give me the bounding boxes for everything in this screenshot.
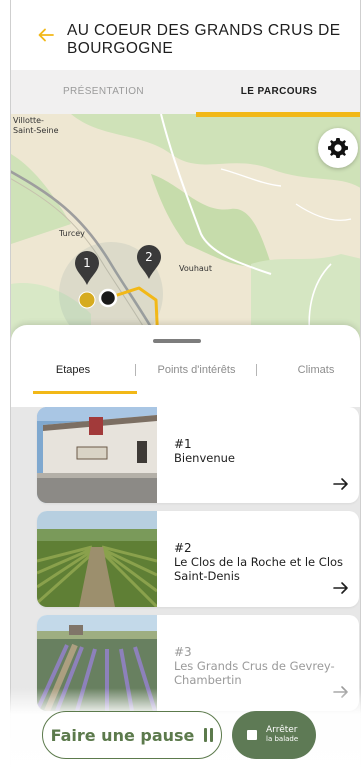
- map-label-turcey: Turcey: [59, 229, 85, 238]
- tab-presentation[interactable]: PRÉSENTATION: [11, 70, 196, 114]
- subtab-divider: [256, 364, 257, 376]
- step-number: #3: [174, 645, 192, 659]
- step-number: #2: [174, 541, 192, 555]
- page-title: AU COEUR DES GRANDS CRUS DE BOURGOGNE: [67, 22, 341, 57]
- map-pin-icon[interactable]: 2: [136, 244, 162, 280]
- step-card[interactable]: #2 Le Clos de la Roche et le Clos Saint-…: [37, 511, 359, 607]
- step-number: #1: [174, 437, 192, 451]
- step-2-thumbnail: [37, 511, 157, 607]
- back-arrow-icon[interactable]: [37, 26, 55, 44]
- subtab-divider: [135, 364, 136, 376]
- app-frame: AU COEUR DES GRANDS CRUS DE BOURGOGNE PR…: [10, 0, 361, 775]
- pause-button[interactable]: Faire une pause: [42, 711, 222, 759]
- subtab-points-interets[interactable]: Points d'intérêts: [144, 357, 249, 397]
- step-1-thumbnail: [37, 407, 157, 503]
- arrow-right-icon: [333, 478, 348, 490]
- map-pin-icon[interactable]: 1: [74, 250, 100, 286]
- stop-label-line2: la balade: [266, 735, 299, 743]
- step-card[interactable]: #1 Bienvenue: [37, 407, 359, 503]
- map-label-villotte: Villotte-Saint-Seine: [13, 116, 59, 135]
- map-marker-1-label: 1: [83, 256, 91, 270]
- route-map[interactable]: Villotte-Saint-Seine Turcey Vouhaut 1 2: [11, 114, 360, 344]
- stop-label: Arrêter la balade: [266, 726, 298, 744]
- step-name: Le Clos de la Roche et le Clos Saint-Den…: [174, 555, 344, 583]
- sheet-drag-handle[interactable]: [153, 339, 201, 343]
- pause-icon: [204, 728, 214, 742]
- top-tabs: PRÉSENTATION LE PARCOURS: [11, 70, 360, 115]
- sheet-tabs: Etapes Points d'intérêts Climats: [11, 357, 360, 397]
- header: AU COEUR DES GRANDS CRUS DE BOURGOGNE: [11, 0, 360, 70]
- map-label-vouhaut: Vouhaut: [179, 264, 212, 273]
- arrow-right-icon: [333, 582, 348, 594]
- map-settings-button[interactable]: [318, 128, 358, 168]
- subtab-climats[interactable]: Climats: [281, 357, 351, 397]
- subtab-active-indicator: [33, 391, 137, 394]
- tab-le-parcours[interactable]: LE PARCOURS: [196, 70, 360, 114]
- pause-label: Faire une pause: [50, 725, 195, 745]
- stop-walk-button[interactable]: Arrêter la balade: [232, 711, 316, 759]
- map-marker-2-label: 2: [145, 250, 153, 264]
- stop-label-line1: Arrêter: [266, 725, 298, 735]
- gear-icon: [328, 138, 348, 158]
- stop-icon: [247, 730, 257, 740]
- step-name: Les Grands Crus de Gevrey-Chambertin: [174, 659, 335, 687]
- step-name: Bienvenue: [174, 451, 235, 465]
